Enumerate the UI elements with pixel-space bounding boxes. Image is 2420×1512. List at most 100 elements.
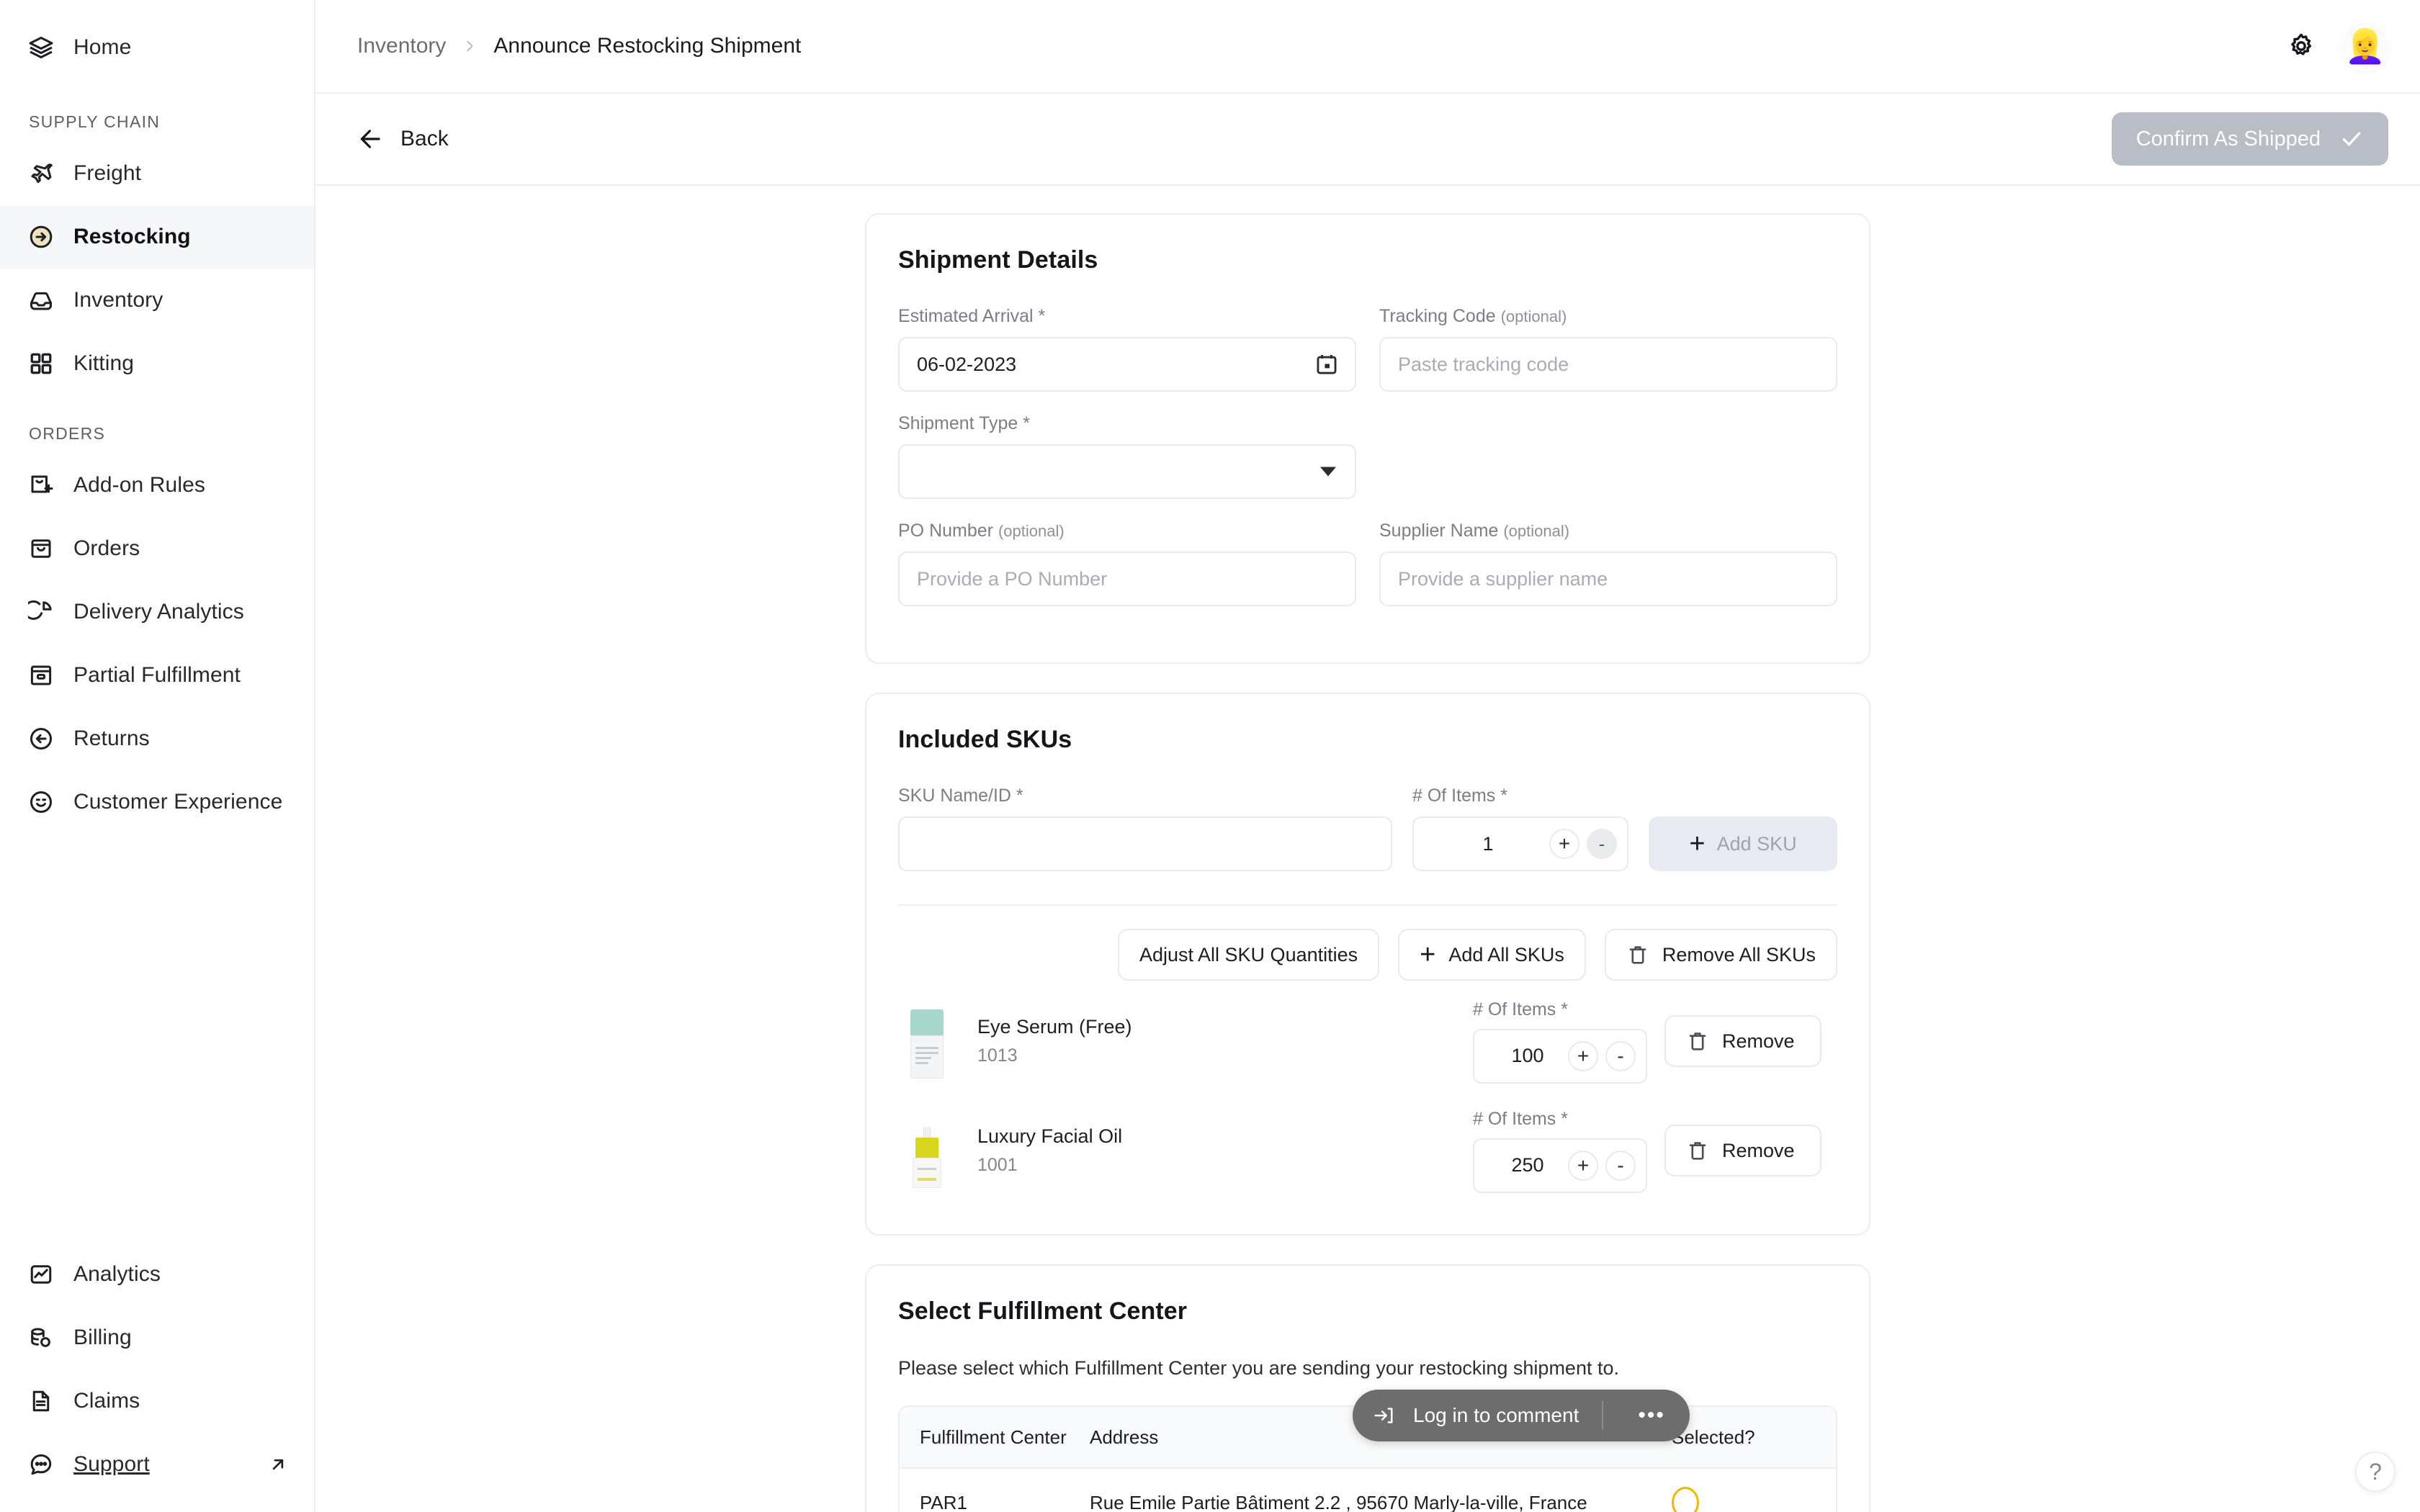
topbar: Inventory Announce Restocking Shipment 👱… [315,0,2420,94]
estimated-arrival-input[interactable] [898,337,1356,392]
estimated-arrival-input-wrap [898,337,1356,392]
shipment-type-select[interactable] [898,444,1356,499]
po-number-label-text: PO Number [898,521,993,541]
sidebar-item-claims[interactable]: Claims [0,1369,314,1433]
chevron-down-icon [1320,467,1336,477]
smiley-icon [27,788,55,816]
tracking-code-input[interactable] [1379,337,1837,392]
layers-icon [27,34,55,61]
increment-button[interactable]: + [1549,829,1579,859]
check-icon [2339,127,2364,151]
sidebar-item-billing[interactable]: Billing [0,1306,314,1369]
add-all-skus-button[interactable]: + Add All SKUs [1398,929,1586,981]
sku-name-input[interactable] [898,816,1392,871]
sku-id: 1013 [977,1045,1456,1066]
fulfillment-center-radio[interactable] [1672,1487,1699,1512]
sku-entry-row: SKU Name/ID * # Of Items * 1 [898,786,1837,871]
sku-quantity-value[interactable]: 250 [1474,1154,1568,1176]
sidebar-item-analytics[interactable]: Analytics [0,1243,314,1306]
pie-chart-icon [27,598,55,626]
confirm-as-shipped-button[interactable]: Confirm As Shipped [2112,112,2388,166]
table-row[interactable]: PAR1 Rue Emile Partie Bâtiment 2.2 , 956… [900,1469,1836,1512]
breadcrumb-parent[interactable]: Inventory [357,34,446,58]
remove-sku-button[interactable]: Remove [1664,1125,1821,1176]
facial-oil-bottle-icon [913,1128,941,1188]
back-button-label: Back [400,127,449,151]
supplier-name-input[interactable] [1379,552,1837,606]
po-number-input[interactable] [898,552,1356,606]
sidebar-item-label: Partial Fulfillment [73,663,241,688]
optional-marker: (optional) [1501,307,1567,325]
shipment-type-label: Shipment Type * [898,413,1356,434]
sidebar-item-label: Orders [73,536,140,561]
required-marker: * [1561,999,1568,1020]
sidebar-item-delivery-analytics[interactable]: Delivery Analytics [0,580,314,644]
column-header-selected: Selected? [1672,1426,1816,1449]
sku-quantity-value[interactable]: 100 [1474,1045,1568,1067]
archive-box-icon [27,662,55,689]
sidebar-item-label: Support [73,1452,150,1477]
remove-all-skus-button[interactable]: Remove All SKUs [1605,929,1837,981]
remove-all-label: Remove All SKUs [1662,944,1816,966]
sidebar-item-orders[interactable]: Orders [0,517,314,580]
back-button[interactable]: Back [357,125,449,153]
decrement-button[interactable]: - [1605,1151,1636,1181]
avatar[interactable]: 👱‍♀️ [2342,23,2388,69]
required-marker: * [1039,306,1046,326]
sidebar-item-inventory[interactable]: Inventory [0,269,314,332]
more-options-icon[interactable]: ••• [1622,1403,1681,1428]
sku-name: Eye Serum (Free) [977,1016,1456,1038]
sidebar-item-add-on-rules[interactable]: Add-on Rules [0,454,314,517]
sidebar-item-label: Freight [73,161,141,186]
increment-button[interactable]: + [1568,1151,1598,1181]
sidebar-item-label: Kitting [73,351,134,376]
required-marker: * [1023,413,1030,433]
remove-sku-button[interactable]: Remove [1664,1015,1821,1067]
content-scroll-area[interactable]: Shipment Details Estimated Arrival * [315,186,2420,1512]
grid-squares-icon [27,350,55,377]
decrement-button[interactable]: - [1587,829,1617,859]
sidebar-item-restocking[interactable]: Restocking [0,205,314,269]
sidebar-item-label: Restocking [73,225,191,249]
shipment-type-spacer [1379,413,1837,521]
new-sku-quantity-value[interactable]: 1 [1414,833,1549,855]
sidebar-item-customer-experience[interactable]: Customer Experience [0,770,314,834]
adjust-all-sku-quantities-button[interactable]: Adjust All SKU Quantities [1118,929,1379,981]
items-label-text: # Of Items [1412,786,1495,806]
sku-thumbnail [898,1113,956,1188]
tracking-code-label: Tracking Code (optional) [1379,306,1837,327]
add-sku-button[interactable]: + Add SKU [1649,816,1837,871]
sidebar-item-label: Analytics [73,1262,161,1287]
items-label-text: # Of Items [1473,999,1556,1020]
help-button[interactable]: ? [2355,1452,2396,1492]
breadcrumb-current: Announce Restocking Shipment [493,34,801,58]
sidebar-item-kitting[interactable]: Kitting [0,332,314,395]
stepper-buttons: + - [1549,829,1617,859]
sidebar-item-partial-fulfillment[interactable]: Partial Fulfillment [0,644,314,707]
sku-thumbnail [898,1004,956,1079]
sidebar: Home SUPPLY CHAIN Freight Restocking [0,0,315,1512]
optional-marker: (optional) [998,522,1065,540]
sku-name-label: SKU Name/ID * [898,786,1392,806]
gear-icon[interactable] [2282,27,2321,66]
fulfillment-center-description: Please select which Fulfillment Center y… [898,1357,1837,1380]
breadcrumb: Inventory Announce Restocking Shipment [357,34,801,58]
sidebar-item-home[interactable]: Home [0,16,314,79]
sidebar-item-support[interactable]: Support [0,1433,314,1496]
decrement-button[interactable]: - [1605,1041,1636,1071]
add-sku-label: Add SKU [1717,833,1797,855]
required-marker: * [1500,786,1507,806]
sidebar-item-freight[interactable]: Freight [0,142,314,205]
sidebar-item-returns[interactable]: Returns [0,707,314,770]
increment-button[interactable]: + [1568,1041,1598,1071]
package-plus-icon [27,472,55,499]
log-in-to-comment-pill[interactable]: Log in to comment ••• [1353,1390,1690,1441]
sku-quantity-label: # Of Items * [1473,999,1647,1020]
chart-image-icon [27,1261,55,1288]
stepper-buttons: + - [1568,1041,1636,1071]
new-sku-qty-label: # Of Items * [1412,786,1628,806]
calendar-icon[interactable] [1314,352,1339,377]
bulk-actions-row: Adjust All SKU Quantities + Add All SKUs… [898,929,1837,981]
sidebar-item-label: Add-on Rules [73,473,205,498]
tracking-code-field: Tracking Code (optional) [1379,306,1837,392]
